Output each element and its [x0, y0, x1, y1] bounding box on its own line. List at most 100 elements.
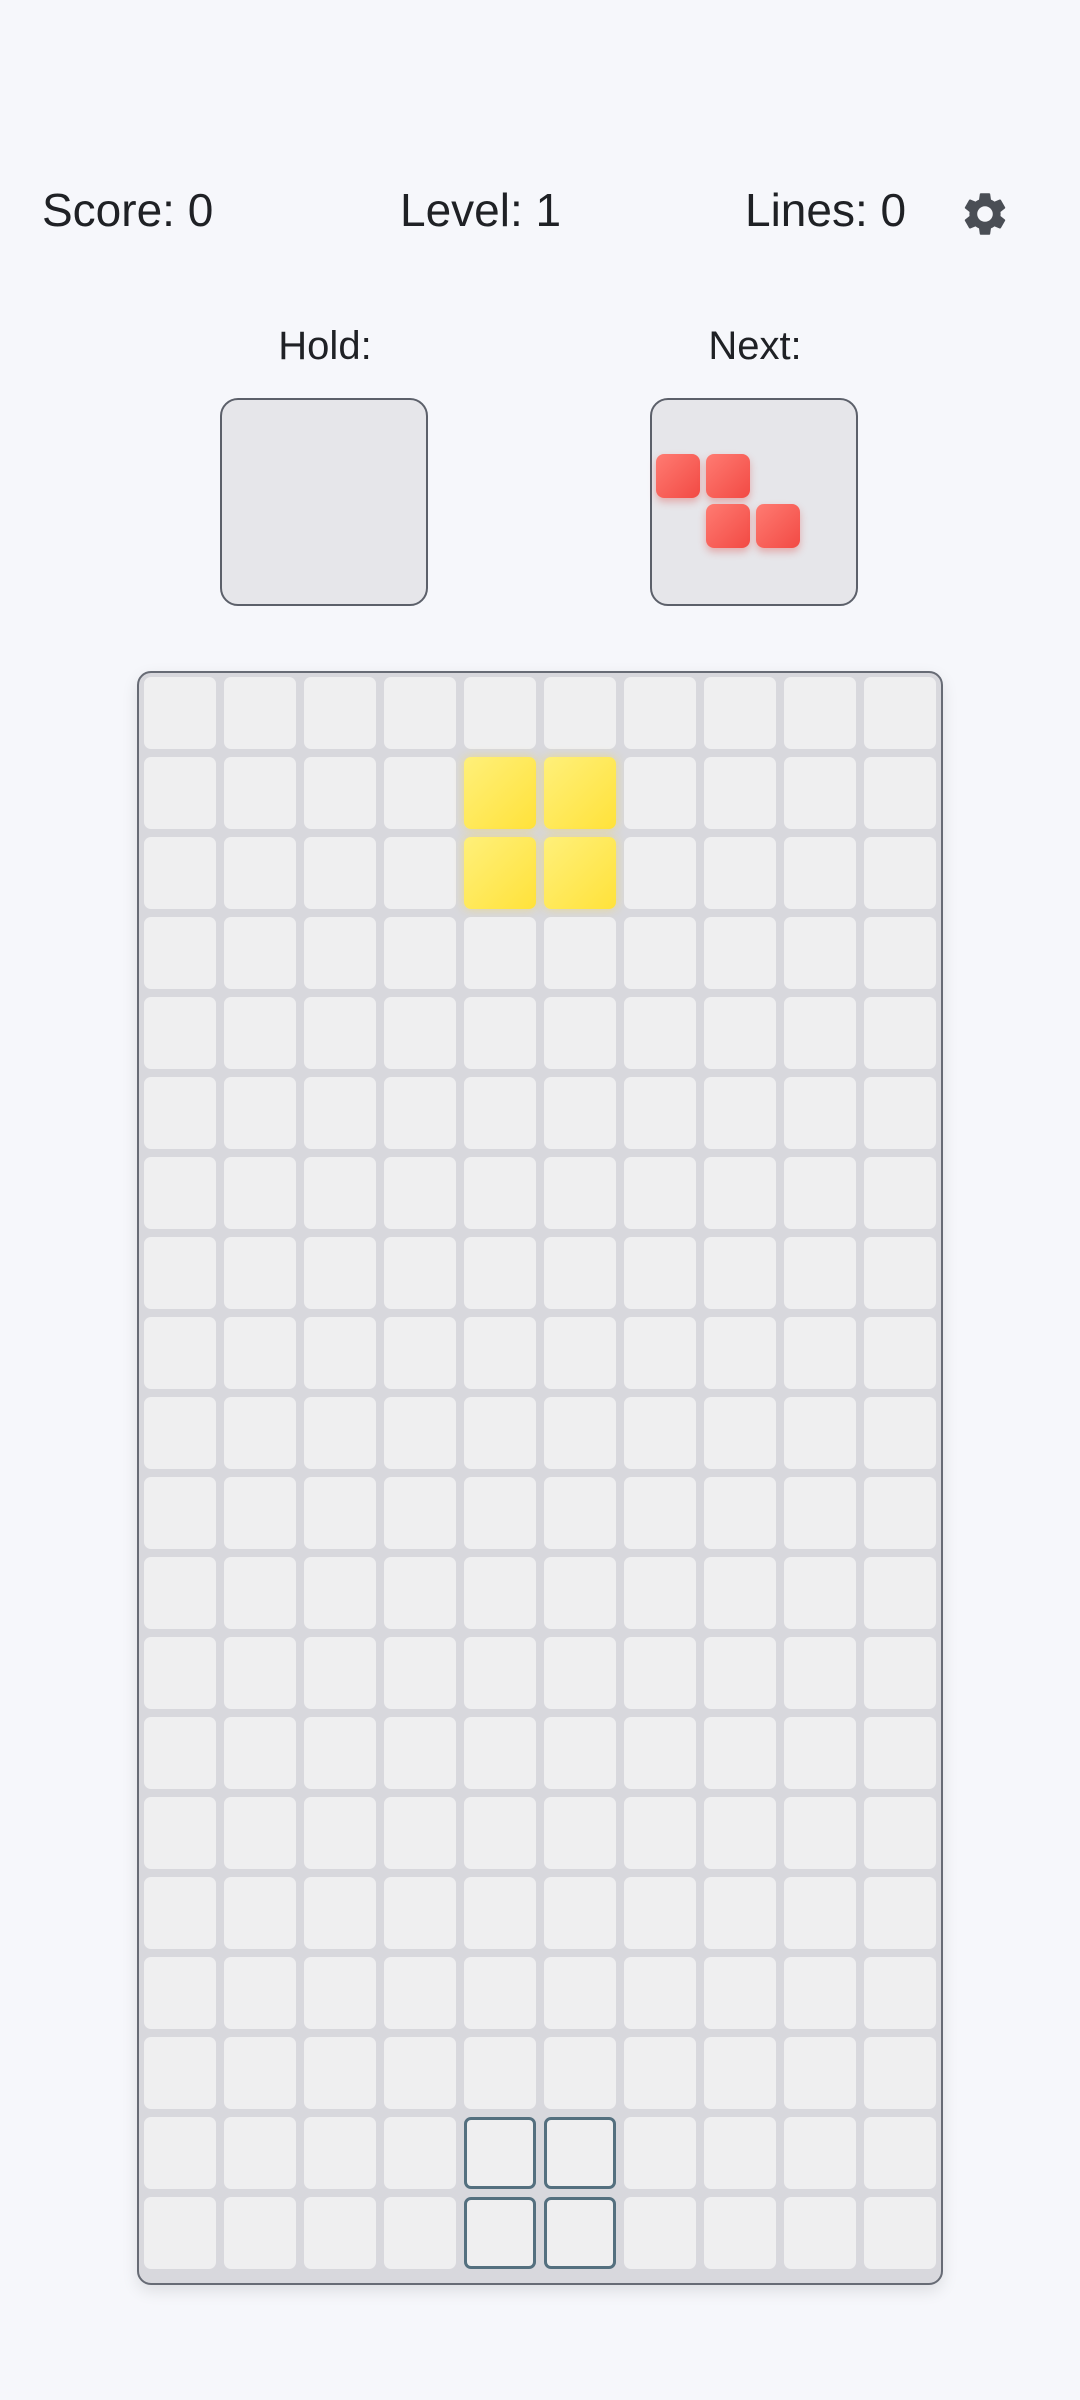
hold-box[interactable] [220, 398, 428, 606]
board-cell [304, 1157, 376, 1229]
board-cell [384, 1717, 456, 1789]
board-cell [224, 1557, 296, 1629]
game-board[interactable] [137, 671, 943, 2285]
board-cell [384, 2037, 456, 2109]
stats-bar: Score: 0 Level: 1 Lines: 0 [0, 180, 1080, 240]
board-cell [224, 1637, 296, 1709]
board-cell [784, 1157, 856, 1229]
board-cell [784, 1797, 856, 1869]
hold-panel: Hold: [220, 318, 430, 606]
board-cell [144, 837, 216, 909]
board-cell [544, 1557, 616, 1629]
board-cell [624, 917, 696, 989]
board-cell [704, 1237, 776, 1309]
ghost-piece-cell [544, 2117, 616, 2189]
board-cell [224, 1077, 296, 1149]
board-cell [464, 2037, 536, 2109]
board-cell [864, 1557, 936, 1629]
board-cell [624, 2197, 696, 2269]
board-cell [784, 1237, 856, 1309]
board-cell [704, 1797, 776, 1869]
board-cell [144, 1477, 216, 1549]
board-cell [624, 1717, 696, 1789]
board-cell [784, 917, 856, 989]
board-cell [304, 677, 376, 749]
board-cell [544, 1317, 616, 1389]
board-cell [464, 1557, 536, 1629]
board-cell [144, 1717, 216, 1789]
board-cell [304, 997, 376, 1069]
settings-button[interactable] [955, 184, 1015, 244]
board-cell [224, 837, 296, 909]
board-cell [384, 1797, 456, 1869]
board-cell [704, 917, 776, 989]
board-cell [784, 1557, 856, 1629]
next-panel: Next: [650, 318, 860, 606]
board-cell [704, 837, 776, 909]
board-cell [624, 1157, 696, 1229]
board-cell [304, 1557, 376, 1629]
board-cell [144, 1237, 216, 1309]
board-cell [304, 2117, 376, 2189]
board-cell [704, 2117, 776, 2189]
board-cell [864, 1957, 936, 2029]
board-cell [624, 1237, 696, 1309]
board-cell [384, 1877, 456, 1949]
board-cell [464, 917, 536, 989]
board-cell [624, 2037, 696, 2109]
board-cell [544, 997, 616, 1069]
board-cell [864, 677, 936, 749]
board-cell [384, 757, 456, 829]
board-cell [304, 1237, 376, 1309]
board-cell [784, 2117, 856, 2189]
board-cell [384, 997, 456, 1069]
board-cell [464, 1317, 536, 1389]
board-cell [704, 2037, 776, 2109]
board-cell [784, 1077, 856, 1149]
board-cell [864, 2117, 936, 2189]
board-cell [864, 917, 936, 989]
lines-display: Lines: 0 [745, 184, 907, 236]
board-cell [784, 1637, 856, 1709]
board-cell [704, 757, 776, 829]
board-cell [544, 1877, 616, 1949]
board-cell [624, 1477, 696, 1549]
board-cell [704, 2197, 776, 2269]
next-piece-block [756, 504, 800, 548]
board-cell [384, 677, 456, 749]
board-cell [304, 2037, 376, 2109]
board-cell [784, 1477, 856, 1549]
board-cell [304, 1477, 376, 1549]
board-cell [624, 1317, 696, 1389]
board-cell [864, 1077, 936, 1149]
board-cell [224, 1157, 296, 1229]
next-piece-preview [650, 398, 858, 606]
board-cell [544, 1397, 616, 1469]
board-cell [704, 1557, 776, 1629]
board-cell [784, 1317, 856, 1389]
board-cell [384, 2117, 456, 2189]
board-cell [864, 2197, 936, 2269]
board-cell [784, 2037, 856, 2109]
board-cell [784, 757, 856, 829]
board-cell [864, 1797, 936, 1869]
board-cell [384, 1957, 456, 2029]
board-cell [224, 997, 296, 1069]
board-cell [304, 1637, 376, 1709]
board-cell [384, 917, 456, 989]
board-cell [624, 677, 696, 749]
board-cell [224, 677, 296, 749]
active-piece-cell [464, 837, 536, 909]
board-cell [144, 1397, 216, 1469]
board-cell [864, 1397, 936, 1469]
board-cell [864, 2037, 936, 2109]
board-cell [704, 1717, 776, 1789]
board-cell [624, 1797, 696, 1869]
board-cell [304, 1717, 376, 1789]
board-cell [784, 1717, 856, 1789]
board-cell [384, 2197, 456, 2269]
board-cell [304, 1317, 376, 1389]
board-cell [464, 1397, 536, 1469]
board-cell [624, 757, 696, 829]
board-cell [464, 1637, 536, 1709]
